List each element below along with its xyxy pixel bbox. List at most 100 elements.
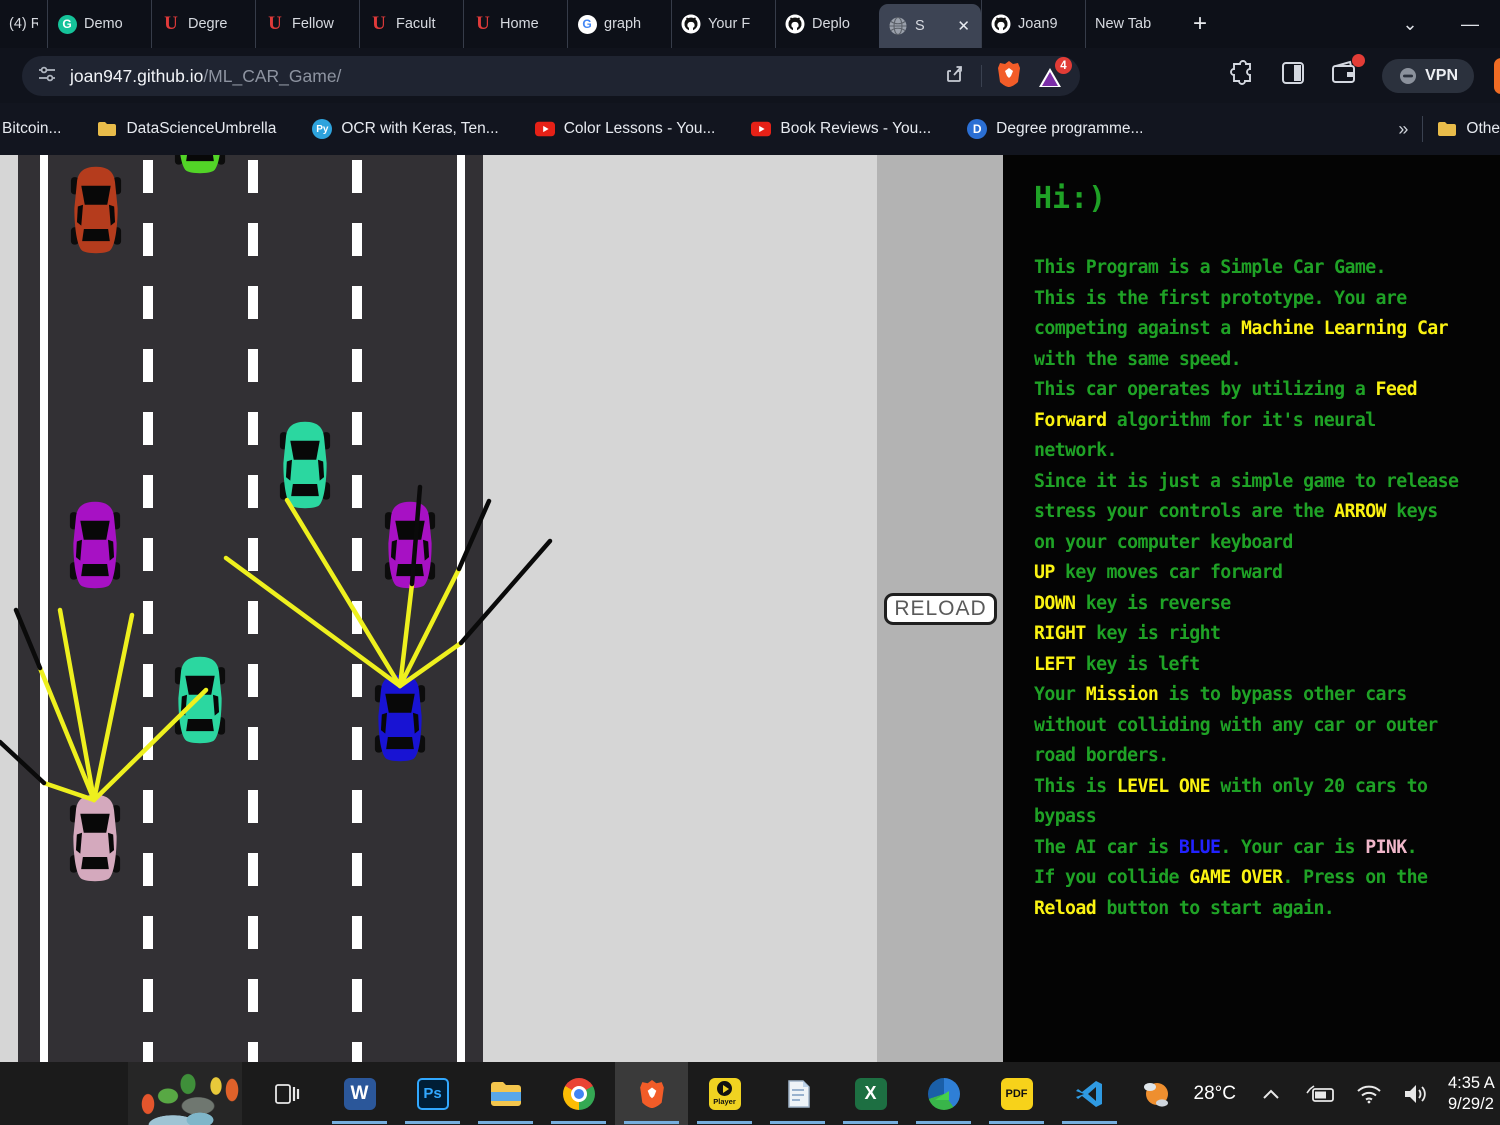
globe-favicon (888, 16, 908, 36)
text-segment-g: keys (1386, 501, 1438, 522)
bookmark-ocr-with-keras-ten[interactable]: PyOCR with Keras, Ten... (312, 120, 498, 138)
extensions-puzzle-icon[interactable] (1230, 60, 1256, 91)
car-traffic (69, 500, 121, 590)
rewards-badge: 4 (1055, 57, 1072, 74)
task-view-icon (270, 1077, 304, 1111)
taskbar-vscode[interactable] (1053, 1062, 1126, 1125)
tab-label: (4) Re (9, 16, 38, 32)
taskbar-word[interactable]: W (323, 1062, 396, 1125)
game-canvas[interactable] (0, 155, 877, 1062)
tab-close-icon[interactable]: ✕ (955, 17, 972, 35)
vpn-button[interactable]: VPN (1382, 59, 1474, 93)
bookmark-color-lessons-you[interactable]: Color Lessons - You... (535, 120, 716, 138)
tab-demo[interactable]: GDemo (47, 0, 151, 48)
uofu-favicon: U (161, 14, 181, 34)
open-app-indicator (770, 1121, 825, 1124)
tray-chevron-up-icon[interactable] (1256, 1089, 1286, 1099)
taskbar-notepad[interactable] (761, 1062, 834, 1125)
instruction-line: RIGHT key is right (1034, 619, 1500, 650)
weather-icon[interactable] (1140, 1078, 1174, 1110)
text-segment-g: without colliding with any car or outer (1034, 715, 1438, 736)
bookmarks-bar: Bitcoin... DataScienceUmbrella PyOCR with … (0, 103, 1500, 155)
site-info-icon[interactable] (36, 63, 58, 90)
text-segment-g: key is left (1075, 654, 1199, 675)
car-traffic (70, 165, 122, 255)
chrome-icon (562, 1077, 596, 1111)
text-segment-g: key moves car forward (1055, 562, 1283, 583)
bookmark-datascienceumbrella[interactable]: DataScienceUmbrella (97, 120, 276, 138)
text-segment-g: button to start again. (1096, 898, 1334, 919)
tab-home[interactable]: UHome (463, 0, 567, 48)
instruction-line: UP key moves car forward (1034, 558, 1500, 589)
car-traffic (174, 655, 226, 745)
taskbar-brave[interactable] (615, 1062, 688, 1125)
taskbar-file-explorer[interactable] (469, 1062, 542, 1125)
road-border-left (40, 155, 48, 1062)
taskbar-excel[interactable]: X (834, 1062, 907, 1125)
panel-lines: This Program is a Simple Car Game.This i… (1034, 253, 1500, 924)
tab-joan9[interactable]: Joan9 (981, 0, 1085, 48)
tab-deplo[interactable]: Deplo (775, 0, 879, 48)
bat-triangle-icon[interactable]: 4 (1036, 61, 1066, 91)
open-app-indicator (843, 1121, 898, 1124)
text-segment-g: . Press on the (1282, 867, 1427, 888)
uofu-favicon: U (265, 14, 285, 34)
tab-graph[interactable]: Ggraph (567, 0, 671, 48)
taskbar-chrome[interactable] (542, 1062, 615, 1125)
text-segment-y: Reload (1034, 898, 1096, 919)
tab-search-chevron-icon[interactable]: ⌄ (1380, 0, 1440, 48)
instruction-line: on your computer keyboard (1034, 528, 1500, 559)
sidebar-icon[interactable] (1280, 60, 1306, 91)
text-segment-y: LEVEL ONE (1117, 776, 1210, 797)
text-segment-g: If you collide (1034, 867, 1189, 888)
car-player[interactable] (69, 793, 121, 883)
text-segment-g: stress your controls are the (1034, 501, 1334, 522)
tab-fellow[interactable]: UFellow (255, 0, 359, 48)
text-segment-g: Since it is just a simple game to releas… (1034, 471, 1458, 492)
taskbar-media-player[interactable]: Player (688, 1062, 761, 1125)
tab-facult[interactable]: UFacult (359, 0, 463, 48)
bookmark-bitcoin[interactable]: Bitcoin... (2, 120, 61, 138)
other-bookmarks-folder[interactable]: Othe (1437, 120, 1500, 138)
instruction-line: stress your controls are the ARROW keys (1034, 497, 1500, 528)
taskbar-task-view[interactable] (250, 1062, 323, 1125)
clock[interactable]: 4:35 A 9/29/2 (1448, 1073, 1500, 1115)
text-segment-g: . Your car is (1220, 837, 1365, 858)
photoshop-icon: Ps (416, 1077, 450, 1111)
text-segment-g: is to bypass other cars (1158, 684, 1406, 705)
bookmark-degree-programme[interactable]: DDegree programme... (967, 120, 1143, 138)
new-tab-button[interactable]: + (1177, 0, 1223, 48)
panel-heading: Hi:) (1034, 181, 1500, 217)
widgets-weather-image[interactable] (128, 1062, 242, 1125)
window-minimize-button[interactable]: — (1440, 0, 1500, 48)
share-icon[interactable] (943, 62, 967, 91)
reload-button[interactable]: RELOAD (884, 593, 997, 625)
text-segment-g: with the same speed. (1034, 349, 1241, 370)
taskbar-pdf-reader[interactable]: PDF (980, 1062, 1053, 1125)
taskbar-photoshop[interactable]: Ps (396, 1062, 469, 1125)
tab-s[interactable]: S✕ (879, 4, 981, 48)
tabbar-spacer (1223, 0, 1380, 48)
open-app-indicator (1062, 1121, 1117, 1124)
instruction-line: Since it is just a simple game to releas… (1034, 467, 1500, 498)
temperature-label[interactable]: 28°C (1194, 1083, 1236, 1105)
wallet-icon[interactable] (1330, 60, 1358, 91)
bookmarks-overflow-chevron[interactable]: » (1384, 119, 1422, 140)
wifi-icon[interactable] (1356, 1084, 1382, 1104)
taskbar-idm[interactable] (907, 1062, 980, 1125)
vpn-label: VPN (1425, 67, 1458, 85)
car-ai (374, 673, 426, 763)
tab-new-tab[interactable]: New Tab (1085, 0, 1177, 48)
tab-4-re[interactable]: (4) Re (0, 0, 47, 48)
bookmark-book-reviews-you[interactable]: Book Reviews - You... (751, 120, 931, 138)
tab-degre[interactable]: UDegre (151, 0, 255, 48)
brave-rewards-lion-icon[interactable] (996, 60, 1022, 93)
brave-icon (635, 1077, 669, 1111)
tab-your-f[interactable]: Your F (671, 0, 775, 48)
text-segment-y: Machine Learning Car (1241, 318, 1448, 339)
url-bar[interactable]: joan947.github.io/ML_CAR_Game/ 4 (22, 56, 1080, 96)
volume-icon[interactable] (1402, 1083, 1428, 1105)
text-segment-g: key is right (1086, 623, 1221, 644)
battery-icon[interactable] (1306, 1085, 1336, 1103)
instruction-line: This is LEVEL ONE with only 20 cars to (1034, 772, 1500, 803)
